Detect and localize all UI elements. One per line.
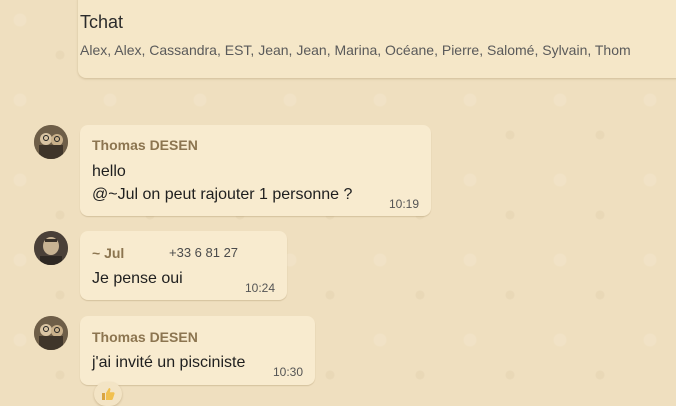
avatar[interactable]	[34, 231, 68, 265]
group-info-card[interactable]: Tchat Alex, Alex, Cassandra, EST, Jean, …	[78, 0, 676, 78]
avatar-photo-icon	[34, 231, 68, 265]
sender-name[interactable]: Thomas DESEN	[92, 137, 198, 153]
message-bubble[interactable]: Thomas DESEN j'ai invité un pisciniste 1…	[80, 316, 315, 385]
avatar-photo-icon	[34, 316, 68, 350]
group-title: Tchat	[80, 12, 124, 32]
message-text: j'ai invité un pisciniste	[92, 354, 246, 371]
avatar[interactable]	[34, 125, 68, 159]
message-time: 10:19	[389, 197, 420, 211]
sender-name[interactable]: Thomas DESEN	[92, 329, 198, 345]
sender-name[interactable]: ~ Jul	[92, 245, 124, 261]
group-members: Alex, Alex, Cassandra, EST, Jean, Jean, …	[80, 42, 631, 58]
message-text: hello	[92, 163, 126, 180]
sender-phone: +33 6 81 27	[169, 245, 239, 260]
message-bubble[interactable]: ~ Jul +33 6 81 27 Je pense oui 10:24	[80, 231, 287, 300]
reaction-badge[interactable]	[94, 382, 122, 406]
avatar-photo-icon	[34, 125, 68, 159]
message-text-mention: @~Jul on peut rajouter 1 personne ?	[92, 186, 353, 203]
message-text: Je pense oui	[92, 270, 183, 287]
message-time: 10:24	[245, 281, 276, 295]
message-bubble[interactable]: Thomas DESEN hello @~Jul on peut rajoute…	[80, 125, 431, 216]
thumbs-up-icon	[102, 388, 115, 400]
message-time: 10:30	[273, 365, 304, 379]
avatar[interactable]	[34, 316, 68, 350]
chat-view[interactable]: Tchat Alex, Alex, Cassandra, EST, Jean, …	[0, 0, 676, 406]
